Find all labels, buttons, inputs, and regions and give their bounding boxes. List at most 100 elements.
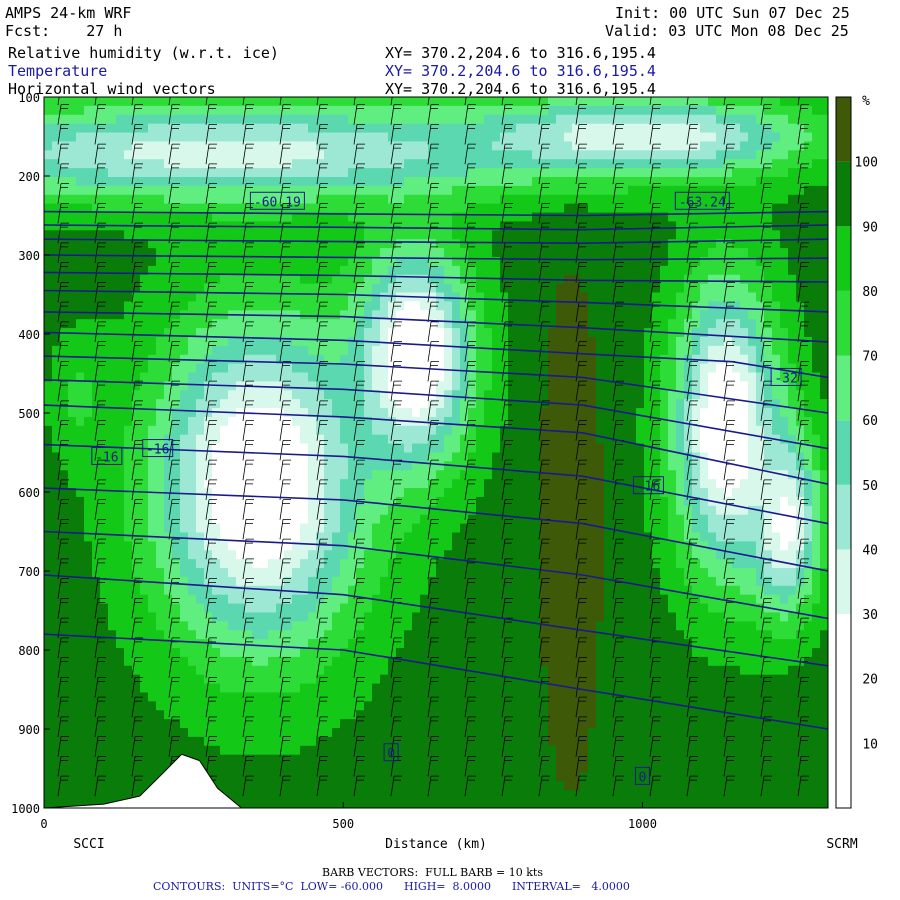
rh-cell (628, 185, 637, 196)
rh-cell (812, 496, 821, 507)
rh-cell (548, 523, 557, 534)
rh-cell (500, 390, 509, 400)
rh-cell (444, 221, 453, 231)
rh-cell (780, 488, 789, 498)
rh-cell (308, 256, 317, 267)
rh-cell (196, 203, 205, 214)
rh-cell (188, 141, 197, 151)
rh-cell (412, 345, 421, 356)
rh-cell (364, 168, 373, 178)
rh-cell (772, 248, 781, 258)
rh-cell (420, 488, 429, 498)
rh-cell (484, 123, 493, 134)
rh-cell (404, 301, 413, 311)
rh-cell (500, 132, 509, 143)
rh-cell (484, 248, 493, 258)
rh-cell (540, 408, 549, 418)
rh-cell (820, 461, 828, 471)
rh-cell (332, 479, 341, 489)
rh-cell (660, 479, 669, 489)
rh-cell (716, 532, 725, 542)
rh-cell (524, 97, 533, 107)
rh-cell (788, 105, 797, 116)
rh-cell (476, 159, 485, 169)
rh-cell (780, 310, 789, 320)
rh-cell (404, 488, 413, 498)
rh-cell (724, 141, 733, 151)
rh-cell (68, 408, 77, 418)
rh-cell (740, 194, 749, 205)
rh-cell (556, 230, 565, 240)
rh-cell (124, 194, 133, 205)
rh-cell (548, 123, 557, 134)
rh-cell (68, 168, 77, 178)
rh-cell (740, 114, 749, 125)
rh-cell (404, 345, 413, 356)
rh-cell (372, 514, 381, 525)
rh-cell (524, 123, 533, 134)
rh-cell (516, 354, 525, 365)
rh-cell (604, 239, 613, 249)
rh-cell (676, 132, 685, 143)
rh-cell (692, 176, 701, 187)
rh-cell (76, 292, 85, 303)
rh-cell (564, 150, 573, 160)
rh-cell (812, 283, 821, 294)
rh-cell (76, 363, 85, 374)
rh-cell (308, 470, 317, 480)
rh-cell (364, 203, 373, 214)
rh-cell (420, 532, 429, 542)
rh-cell (452, 425, 461, 436)
rh-cell (324, 425, 333, 436)
rh-cell (748, 185, 757, 196)
rh-cell (524, 159, 533, 169)
rh-cell (676, 443, 685, 454)
rh-cell (508, 488, 517, 498)
rh-cell (140, 461, 149, 471)
rh-cell (604, 416, 613, 427)
rh-cell (76, 274, 85, 285)
rh-cell (340, 319, 349, 329)
rh-cell (492, 239, 501, 249)
rh-cell (380, 194, 389, 205)
rh-cell (436, 372, 445, 382)
rh-cell (172, 372, 181, 382)
rh-cell (508, 452, 517, 462)
rh-cell (804, 505, 813, 516)
rh-cell (340, 416, 349, 427)
rh-cell (428, 381, 437, 391)
rh-cell (812, 212, 821, 223)
rh-cell (436, 408, 445, 418)
rh-cell (492, 470, 501, 480)
rh-cell (220, 97, 229, 107)
rh-cell (636, 132, 645, 143)
rh-cell (404, 114, 413, 125)
rh-cell (644, 336, 653, 347)
rh-cell (92, 141, 101, 151)
rh-cell (348, 319, 357, 329)
rh-cell (252, 345, 261, 356)
rh-cell (644, 496, 653, 507)
rh-cell (580, 168, 589, 178)
rh-cell (716, 416, 725, 427)
rh-cell (620, 194, 629, 205)
rh-cell (628, 416, 637, 427)
rh-cell (172, 470, 181, 480)
rh-cell (220, 434, 229, 445)
rh-cell (116, 212, 125, 223)
rh-cell (76, 523, 85, 534)
rh-cell (44, 159, 53, 169)
rh-cell (180, 372, 189, 382)
rh-cell (596, 256, 605, 267)
rh-cell (100, 425, 109, 436)
rh-cell (276, 168, 285, 178)
rh-cell (332, 97, 341, 107)
rh-cell (212, 292, 221, 303)
rh-cell (596, 230, 605, 240)
rh-cell (556, 203, 565, 214)
rh-cell (204, 470, 213, 480)
rh-cell (124, 496, 133, 507)
rh-cell (812, 123, 821, 134)
rh-cell (548, 470, 557, 480)
rh-cell (692, 523, 701, 534)
